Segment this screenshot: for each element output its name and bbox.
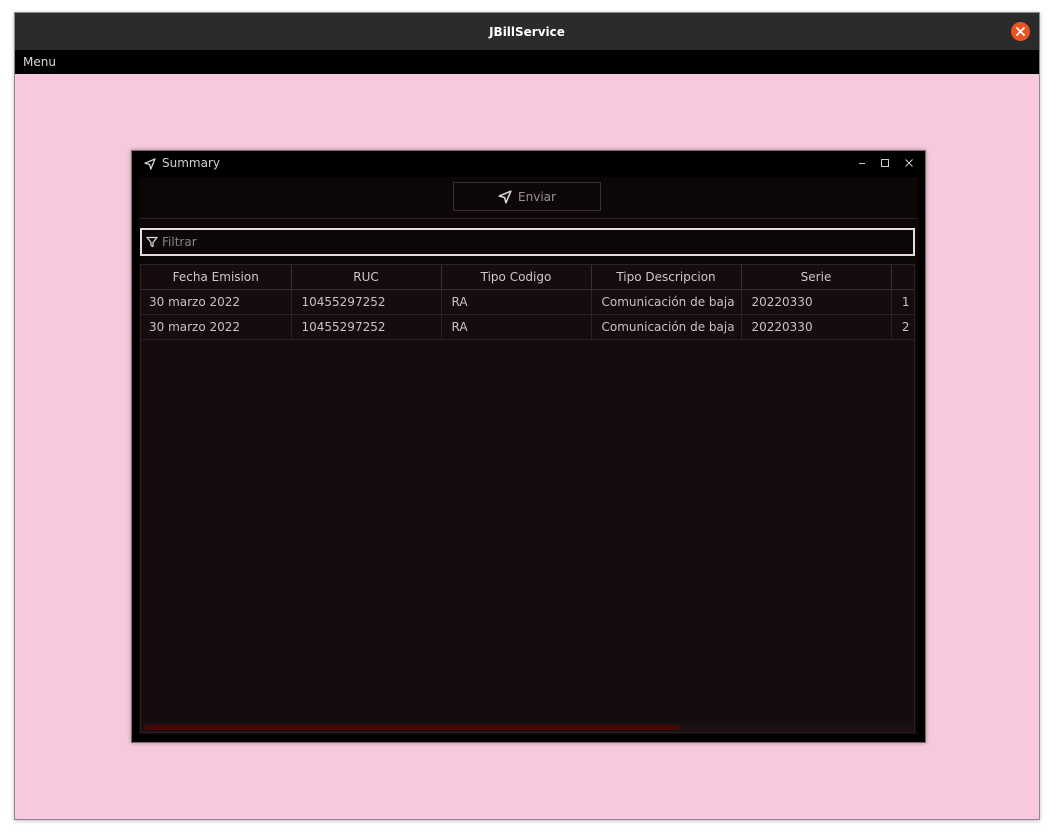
table-header-row: Fecha Emision RUC Tipo Codigo Tipo Descr… <box>141 265 914 290</box>
table-cell: 1 <box>891 289 914 315</box>
table-cell: RA <box>441 314 592 340</box>
close-icon <box>1016 27 1025 36</box>
menubar: Menu <box>15 50 1039 74</box>
table-cell: 30 marzo 2022 <box>141 289 292 315</box>
toolbar: Enviar <box>139 177 918 219</box>
table-cell: 20220330 <box>741 314 892 340</box>
app-window: JBillService Menu Summary Enviar Filtrar… <box>14 12 1040 820</box>
summary-table: Fecha Emision RUC Tipo Codigo Tipo Descr… <box>140 264 915 733</box>
app-title: JBillService <box>489 24 565 39</box>
table-row[interactable]: 30 marzo 2022 10455297252 RA Comunicació… <box>141 289 914 315</box>
app-close-button[interactable] <box>1011 22 1030 41</box>
filter-icon <box>146 236 158 248</box>
summary-window: Summary Enviar Filtrar Fecha Emision RUC… <box>131 150 926 743</box>
table-cell: RA <box>441 289 592 315</box>
summary-titlebar[interactable]: Summary <box>132 151 925 177</box>
minimize-icon <box>859 163 865 164</box>
send-icon <box>144 158 156 170</box>
summary-body: Enviar Filtrar Fecha Emision RUC Tipo Co… <box>139 177 918 735</box>
data-table: Fecha Emision RUC Tipo Codigo Tipo Descr… <box>141 265 914 340</box>
send-icon <box>498 189 512 204</box>
table-cell: Comunicación de baja <box>591 314 742 340</box>
table-cell: 20220330 <box>741 289 892 315</box>
minimize-button[interactable] <box>854 155 870 171</box>
maximize-button[interactable] <box>877 155 893 171</box>
filter-field[interactable] <box>140 228 915 256</box>
column-header[interactable]: RUC <box>291 265 442 290</box>
horizontal-scrollbar[interactable] <box>141 723 914 732</box>
summary-title: Summary <box>162 156 220 170</box>
table-cell: 10455297252 <box>291 314 442 340</box>
column-header[interactable]: Tipo Codigo <box>441 265 592 290</box>
table-row[interactable]: 30 marzo 2022 10455297252 RA Comunicació… <box>141 314 914 340</box>
maximize-icon <box>881 159 889 167</box>
menu-item-menu[interactable]: Menu <box>15 55 64 69</box>
send-button[interactable]: Enviar <box>453 182 601 211</box>
table-cell: 30 marzo 2022 <box>141 314 292 340</box>
column-header[interactable]: Serie <box>741 265 892 290</box>
send-button-label: Enviar <box>518 189 556 204</box>
table-cell: Comunicación de baja <box>591 289 742 315</box>
filter-input[interactable] <box>162 235 882 249</box>
scrollbar-thumb[interactable] <box>145 725 679 730</box>
column-header[interactable] <box>891 265 914 290</box>
app-titlebar: JBillService <box>15 13 1039 50</box>
column-header[interactable]: Fecha Emision <box>141 265 292 290</box>
close-icon <box>905 159 913 167</box>
column-header[interactable]: Tipo Descripcion <box>591 265 742 290</box>
close-button[interactable] <box>901 155 917 171</box>
table-cell: 2 <box>891 314 914 340</box>
table-cell: 10455297252 <box>291 289 442 315</box>
